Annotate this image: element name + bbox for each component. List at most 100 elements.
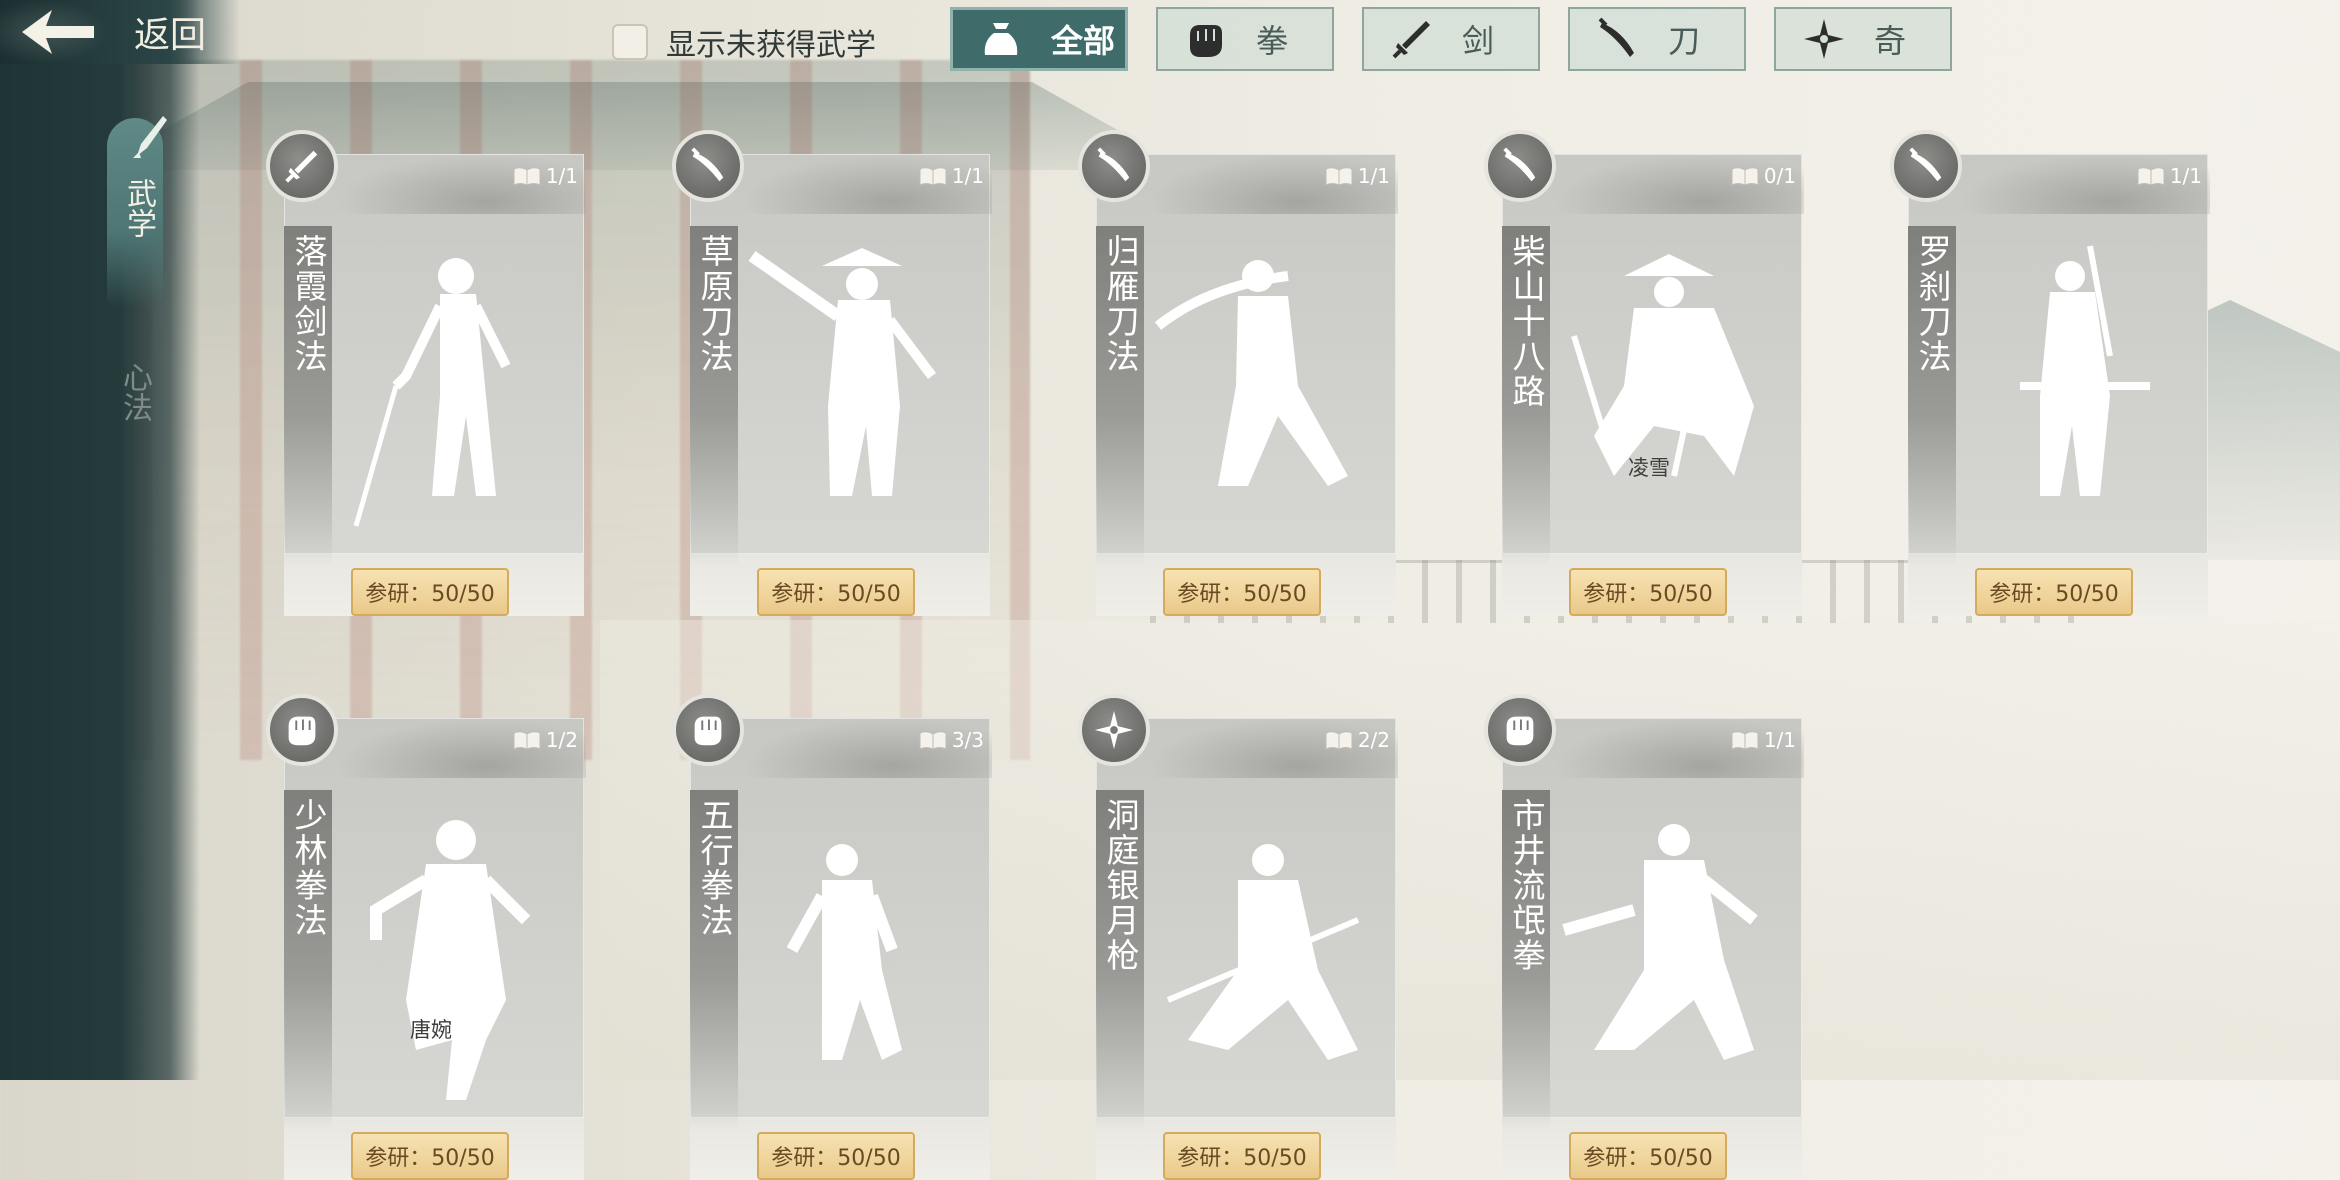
- warrior-silhouette: [1554, 236, 1774, 540]
- sidebar-item-label: 心法: [117, 362, 152, 422]
- card-count: 1/1: [1730, 728, 1796, 752]
- tab-label: 刀: [1668, 22, 1701, 60]
- brush-icon: [133, 116, 167, 158]
- research-badge: 参研：50/50: [351, 1132, 509, 1180]
- card-name: 洞庭银月枪: [1101, 798, 1140, 973]
- martial-art-card[interactable]: 草原刀法 1/1 参研：50/50: [672, 116, 1002, 616]
- martial-art-card[interactable]: 柴山十八路 0/1 凌雪参研：50/50: [1484, 116, 1814, 616]
- fist-icon: [1176, 9, 1236, 69]
- tab-special[interactable]: 奇: [1774, 7, 1952, 71]
- card-count-label: 0/1: [1763, 164, 1796, 188]
- book-icon: [1325, 731, 1353, 750]
- research-badge: 参研：50/50: [757, 568, 915, 616]
- martial-art-card[interactable]: 少林拳法 1/2 唐婉参研：50/50: [266, 680, 596, 1180]
- back-button[interactable]: 返回: [0, 0, 240, 64]
- warrior-silhouette: [1148, 236, 1368, 540]
- tab-saber[interactable]: 刀: [1568, 7, 1746, 71]
- sidebar-item-xinfa[interactable]: 心法: [113, 362, 153, 426]
- tab-sword[interactable]: 剑: [1362, 7, 1540, 71]
- book-icon: [513, 731, 541, 750]
- bag-icon: [971, 9, 1031, 69]
- book-icon: [919, 731, 947, 750]
- card-count: 1/1: [512, 164, 578, 188]
- card-name: 罗刹刀法: [1913, 234, 1952, 374]
- saber-icon: [1588, 9, 1648, 69]
- warrior-silhouette: [336, 800, 556, 1104]
- research-badge: 参研：50/50: [351, 568, 509, 616]
- saber-icon: [1484, 130, 1556, 202]
- card-count-label: 1/1: [1763, 728, 1796, 752]
- card-count: 1/1: [918, 164, 984, 188]
- book-icon: [1731, 731, 1759, 750]
- sword-icon: [266, 130, 338, 202]
- card-name: 柴山十八路: [1507, 234, 1546, 409]
- shuriken-icon: [1794, 9, 1854, 69]
- research-badge: 参研：50/50: [1975, 568, 2133, 616]
- saber-icon: [1890, 130, 1962, 202]
- sidebar-item-label: 武学: [121, 178, 156, 238]
- warrior-silhouette: [742, 800, 962, 1104]
- fist-icon: [266, 694, 338, 766]
- tab-fist[interactable]: 拳: [1156, 7, 1334, 71]
- card-name: 归雁刀法: [1101, 234, 1140, 374]
- martial-art-card[interactable]: 洞庭银月枪 2/2 参研：50/50: [1078, 680, 1408, 1180]
- martial-art-card[interactable]: 市井流氓拳 1/1 参研：50/50: [1484, 680, 1814, 1180]
- book-icon: [1731, 167, 1759, 186]
- sword-icon: [1382, 9, 1442, 69]
- book-icon: [513, 167, 541, 186]
- martial-art-card[interactable]: 归雁刀法 1/1 参研：50/50: [1078, 116, 1408, 616]
- fist-icon: [1484, 694, 1556, 766]
- card-owner: 凌雪: [1628, 456, 1670, 480]
- tab-all[interactable]: 全部: [950, 7, 1128, 71]
- card-count: 0/1: [1730, 164, 1796, 188]
- tab-label: 全部: [1051, 22, 1116, 60]
- sidebar: [0, 0, 200, 1080]
- back-arrow-icon: [0, 0, 110, 64]
- card-count: 2/2: [1324, 728, 1390, 752]
- warrior-silhouette: [1554, 800, 1774, 1104]
- tab-label: 拳: [1256, 22, 1289, 60]
- research-badge: 参研：50/50: [1163, 568, 1321, 616]
- book-icon: [2137, 167, 2165, 186]
- tab-label: 奇: [1874, 22, 1907, 60]
- warrior-silhouette: [742, 236, 962, 540]
- card-count-label: 3/3: [951, 728, 984, 752]
- saber-icon: [672, 130, 744, 202]
- card-count: 1/1: [1324, 164, 1390, 188]
- card-count-label: 1/1: [2169, 164, 2202, 188]
- card-name: 市井流氓拳: [1507, 798, 1546, 973]
- warrior-silhouette: [1148, 800, 1368, 1104]
- card-name: 草原刀法: [695, 234, 734, 374]
- fist-icon: [672, 694, 744, 766]
- back-label: 返回: [134, 15, 207, 56]
- book-icon: [919, 167, 947, 186]
- card-name: 落霞剑法: [289, 234, 328, 374]
- shuriken-icon: [1078, 694, 1150, 766]
- research-badge: 参研：50/50: [1569, 568, 1727, 616]
- book-icon: [1325, 167, 1353, 186]
- card-count-label: 1/1: [1357, 164, 1390, 188]
- martial-art-card[interactable]: 五行拳法 3/3 参研：50/50: [672, 680, 1002, 1180]
- card-name: 五行拳法: [695, 798, 734, 938]
- show-unobtained-label: 显示未获得武学: [666, 28, 876, 63]
- research-badge: 参研：50/50: [757, 1132, 915, 1180]
- card-count: 3/3: [918, 728, 984, 752]
- warrior-silhouette: [1960, 236, 2180, 540]
- tab-label: 剑: [1462, 22, 1495, 60]
- card-count-label: 1/2: [545, 728, 578, 752]
- research-badge: 参研：50/50: [1569, 1132, 1727, 1180]
- sidebar-item-wuxue[interactable]: 武学: [105, 116, 167, 308]
- show-unobtained-toggle[interactable]: 显示未获得武学: [612, 20, 876, 64]
- card-count-label: 1/1: [545, 164, 578, 188]
- saber-icon: [1078, 130, 1150, 202]
- card-count: 1/2: [512, 728, 578, 752]
- card-name: 少林拳法: [289, 798, 328, 938]
- martial-art-card[interactable]: 落霞剑法 1/1 参研：50/50: [266, 116, 596, 616]
- card-owner: 唐婉: [410, 1018, 452, 1042]
- warrior-silhouette: [336, 236, 556, 540]
- card-count-label: 2/2: [1357, 728, 1390, 752]
- card-count: 1/1: [2136, 164, 2202, 188]
- martial-art-card[interactable]: 罗刹刀法 1/1 参研：50/50: [1890, 116, 2220, 616]
- show-unobtained-checkbox[interactable]: [612, 24, 648, 60]
- card-count-label: 1/1: [951, 164, 984, 188]
